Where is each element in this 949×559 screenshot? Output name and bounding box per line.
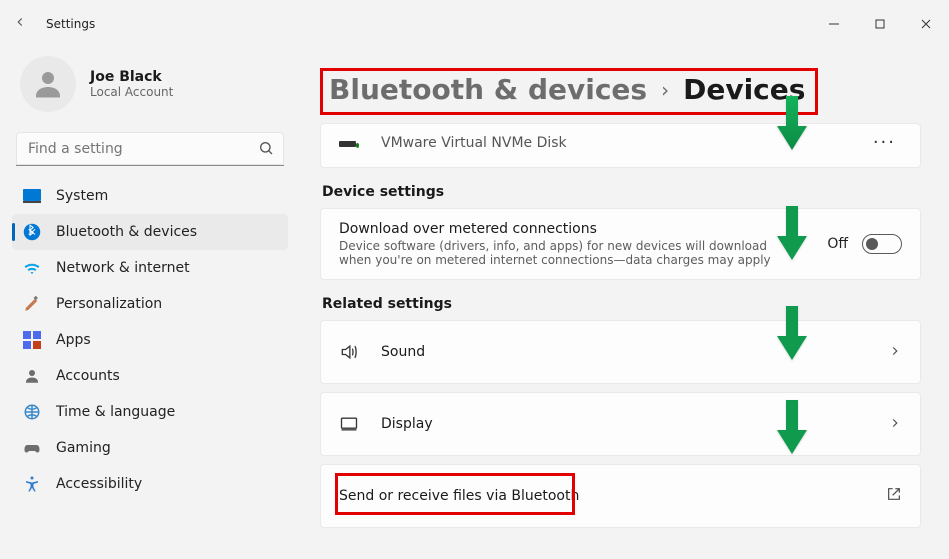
user-block[interactable]: Joe Black Local Account <box>12 48 288 128</box>
more-button[interactable]: ··· <box>867 128 902 157</box>
clock-globe-icon <box>22 402 42 422</box>
drive-icon <box>339 133 359 153</box>
back-button[interactable] <box>0 15 40 33</box>
open-external-icon <box>886 486 902 506</box>
related-item-label: Display <box>381 416 888 432</box>
sidebar-item-gaming[interactable]: Gaming <box>12 430 288 466</box>
bluetooth-icon <box>22 222 42 242</box>
brush-icon <box>22 294 42 314</box>
toggle-state-label: Off <box>827 236 848 252</box>
chevron-right-icon: › <box>661 78 669 102</box>
maximize-button[interactable] <box>857 8 903 40</box>
sidebar-item-apps[interactable]: Apps <box>12 322 288 358</box>
sidebar-item-network[interactable]: Network & internet <box>12 250 288 286</box>
metered-toggle[interactable] <box>862 234 902 254</box>
sidebar-item-personalization[interactable]: Personalization <box>12 286 288 322</box>
device-card[interactable]: VMware Virtual NVMe Disk ··· <box>320 123 921 168</box>
sidebar-item-label: Accessibility <box>56 476 142 492</box>
accessibility-icon <box>22 474 42 494</box>
sidebar-item-label: Apps <box>56 332 91 348</box>
sidebar-item-label: Bluetooth & devices <box>56 224 197 240</box>
section-heading-related: Related settings <box>322 296 921 312</box>
user-sub: Local Account <box>90 85 173 99</box>
metered-sub: Device software (drivers, info, and apps… <box>339 239 779 267</box>
accounts-icon <box>22 366 42 386</box>
sidebar-item-label: Personalization <box>56 296 162 312</box>
display-icon <box>339 414 359 434</box>
search-box[interactable] <box>16 132 284 166</box>
sidebar-item-label: Accounts <box>56 368 120 384</box>
annotation-highlight-breadcrumb: Bluetooth & devices › Devices <box>320 68 818 115</box>
device-name: VMware Virtual NVMe Disk <box>381 135 867 151</box>
gaming-icon <box>22 438 42 458</box>
related-bluetooth-files-row[interactable]: Send or receive files via Bluetooth <box>320 464 921 528</box>
sidebar-item-bluetooth-devices[interactable]: Bluetooth & devices <box>12 214 288 250</box>
metered-title: Download over metered connections <box>339 221 827 237</box>
window-controls <box>811 8 949 40</box>
system-icon <box>22 186 42 206</box>
metered-downloads-row[interactable]: Download over metered connections Device… <box>320 208 921 280</box>
sidebar-item-label: Time & language <box>56 404 175 420</box>
sidebar-item-system[interactable]: System <box>12 178 288 214</box>
sidebar-item-label: Gaming <box>56 440 111 456</box>
sidebar-item-label: System <box>56 188 108 204</box>
breadcrumb-current: Devices <box>683 73 805 106</box>
wifi-icon <box>22 258 42 278</box>
search-icon <box>258 140 274 160</box>
minimize-button[interactable] <box>811 8 857 40</box>
sidebar-item-accounts[interactable]: Accounts <box>12 358 288 394</box>
avatar <box>20 56 76 112</box>
chevron-right-icon <box>888 343 902 362</box>
breadcrumb-parent[interactable]: Bluetooth & devices <box>329 73 647 106</box>
close-button[interactable] <box>903 8 949 40</box>
chevron-right-icon <box>888 415 902 434</box>
related-display-row[interactable]: Display <box>320 392 921 456</box>
sidebar-item-label: Network & internet <box>56 260 190 276</box>
user-name: Joe Black <box>90 69 173 85</box>
section-heading-device-settings: Device settings <box>322 184 921 200</box>
sidebar: Joe Black Local Account System Bluetooth… <box>0 48 300 559</box>
search-input[interactable] <box>16 132 284 166</box>
sound-icon <box>339 342 359 362</box>
related-sound-row[interactable]: Sound <box>320 320 921 384</box>
related-item-label: Send or receive files via Bluetooth <box>339 488 886 504</box>
apps-icon <box>22 330 42 350</box>
titlebar: Settings <box>0 0 949 48</box>
nav: System Bluetooth & devices Network & int… <box>12 178 288 502</box>
main-content: Bluetooth & devices › Devices VMware Vir… <box>300 48 949 559</box>
window-title: Settings <box>46 17 95 31</box>
related-item-label: Sound <box>381 344 888 360</box>
breadcrumb: Bluetooth & devices › Devices <box>320 68 921 115</box>
sidebar-item-accessibility[interactable]: Accessibility <box>12 466 288 502</box>
sidebar-item-time-language[interactable]: Time & language <box>12 394 288 430</box>
